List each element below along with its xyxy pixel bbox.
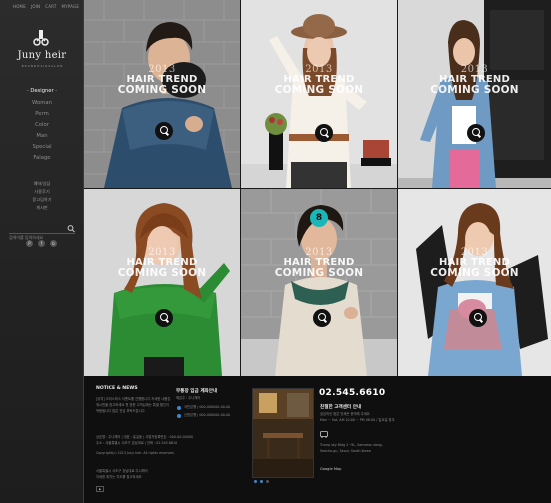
zoom-icon[interactable] [155,122,173,140]
salon-interior-image [253,389,313,477]
top-nav: HOME JOIN CART MYPAGE [13,4,79,9]
facebook-icon[interactable]: f [38,240,45,247]
tile-caption: 2013 HAIR TREND COMING SOON [241,64,397,96]
bank-line: 신한은행 | 000-000000-00-00 [184,413,231,417]
notice-title[interactable]: NOTICE & NEWS [96,386,138,391]
company-info: 주소 : 서울특별시 서초구 강남대로 | 전화 : 02.545.6610 [96,441,178,445]
bank-icon [177,406,181,410]
sub-menu: 예약/상담 사용후기 묻고답하기 게시판 [0,180,84,212]
category-menu: Woman Perm Color Man Special Falage [0,98,84,164]
footer: NOTICE & NEWS [공지] 크리스마스 이벤트를 진행합니다 자세한 … [84,376,551,503]
cs-title: 친절한 고객센터 안내 [320,405,362,410]
slider-dot[interactable] [254,480,257,483]
escrow-button[interactable]: ▶ [96,486,105,492]
bank-title: 무통장 입금 계좌안내 [176,389,218,394]
caption-line2: COMING SOON [274,84,364,96]
phone-number[interactable]: 02.545.6610 [319,388,386,398]
cs-line: Mon ~ Sat, AM 10:00 ~ PM 08:00 / 일요일 휴무 [320,418,395,422]
social-links: P f b [26,240,57,247]
nav-cart-link[interactable]: CART [45,4,56,9]
search-box [9,224,75,242]
tile-caption: 2013 HAIR TREND COMING SOON [84,247,240,279]
photo-grid: 2013 HAIR TREND COMING SOON 2013 HAIR TR… [84,0,551,376]
search-icon[interactable] [67,224,75,233]
zoom-icon[interactable] [467,124,485,142]
menu-item-color[interactable]: Color [0,120,84,131]
caption-line2: COMING SOON [117,267,207,279]
sub-menu-item[interactable]: 게시판 [0,204,84,212]
tile-caption: 2013 HAIR TREND COMING SOON [241,247,397,279]
address-en: Seocho-gu, Seoul, South Korea [320,449,371,453]
caption-line2: COMING SOON [430,267,519,279]
menu-item-special[interactable]: Special [0,142,84,153]
menu-item-woman[interactable]: Woman [0,98,84,109]
sidebar: HOME JOIN CART MYPAGE Juny heir B R A N … [0,0,84,503]
zoom-icon[interactable] [315,124,333,142]
bank-line: 국민은행 | 000-000000-00-00 [184,405,231,409]
model-photo [84,189,240,376]
number-badge[interactable]: 8 [310,209,328,227]
menu-item-falage[interactable]: Falage [0,153,84,164]
sub-menu-item[interactable]: 예약/상담 [0,180,84,188]
bank-icon [177,414,181,418]
google-map-link[interactable]: Google Map [320,467,341,471]
model-photo [398,189,551,376]
tile-caption: 2013 HAIR TREND COMING SOON [398,64,551,96]
gallery-tile[interactable]: 2013 HAIR TREND COMING SOON [84,189,240,376]
slider-dot[interactable] [260,480,263,483]
caption-line2: COMING SOON [430,84,519,96]
zoom-icon[interactable] [469,309,487,327]
sub-menu-item[interactable]: 묻고답하기 [0,196,84,204]
pinterest-icon[interactable]: P [26,240,33,247]
zoom-icon[interactable] [155,309,173,327]
scissors-logo-icon [33,30,49,46]
caption-line2: COMING SOON [274,267,364,279]
menu-item-perm[interactable]: Perm [0,109,84,120]
caption-line2: COMING SOON [117,84,207,96]
copyright: Copyright(c) 2013 Juny heir. All rights … [96,451,175,455]
gallery-tile[interactable]: 2013 HAIR TREND COMING SOON [84,0,240,188]
brand-tagline: B R A N D H A I R S A L O N [21,64,63,68]
slider-dot[interactable] [266,480,269,483]
brand-logo[interactable]: Juny heir [0,50,84,61]
bank-holder: 예금주 : 주니헤어 [176,396,201,400]
sub-menu-item[interactable]: 사용후기 [0,188,84,196]
gallery-tile[interactable]: 2013 HAIR TREND COMING SOON [241,0,397,188]
nav-mypage-link[interactable]: MYPAGE [62,4,80,9]
bus-icon [320,431,328,438]
notice-line[interactable]: 적용됩니다 많은 관심 부탁드립니다 [96,408,145,414]
tile-caption: 2013 HAIR TREND COMING SOON [84,64,240,96]
gallery-tile[interactable]: 2013 HAIR TREND COMING SOON [398,0,551,188]
nav-home-link[interactable]: HOME [13,4,26,9]
slider-dots [254,480,269,483]
zoom-icon[interactable] [313,309,331,327]
address-line: 자세한 위치는 지도를 참고하세요 [96,475,142,479]
blog-icon[interactable]: b [50,240,57,247]
menu-item-man[interactable]: Man [0,131,84,142]
nav-join-link[interactable]: JOIN [31,4,40,9]
salon-photo[interactable] [252,388,314,478]
gallery-tile[interactable]: 2013 HAIR TREND COMING SOON [398,189,551,376]
tile-caption: 2013 HAIR TREND COMING SOON [398,247,551,279]
menu-heading[interactable]: · Designer · [0,88,84,94]
gallery-tile[interactable]: 2013 HAIR TREND COMING SOON 8 [241,189,397,376]
